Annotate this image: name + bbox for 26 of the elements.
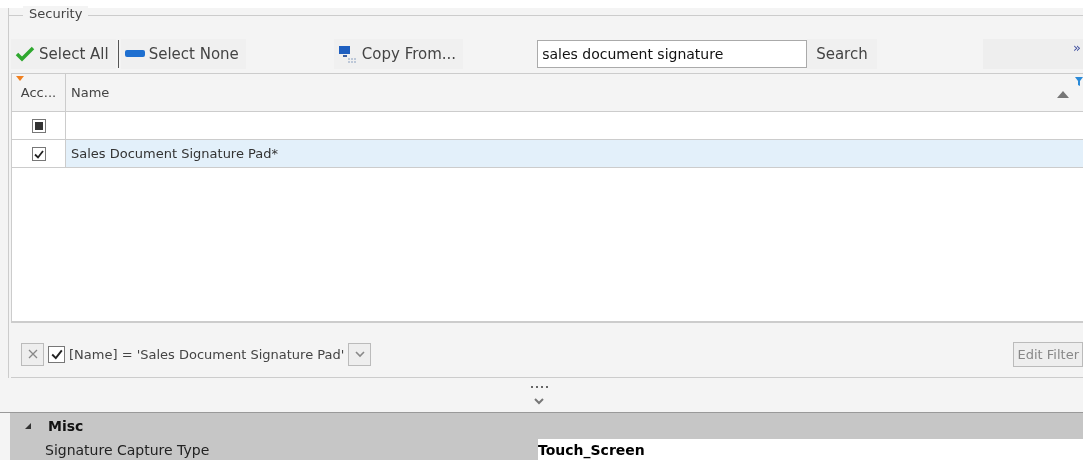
search-field[interactable]: sales document signature [537, 40, 808, 68]
bar-icon [124, 49, 145, 59]
close-icon [27, 349, 38, 359]
copy-from-button[interactable]: Copy From... [333, 39, 464, 69]
column-header[interactable]: Name [66, 74, 1083, 111]
search-button[interactable]: Search [807, 39, 877, 69]
select-none-button[interactable]: Select None [120, 39, 246, 69]
checkbox[interactable] [48, 345, 65, 363]
property-name: Signature Capture Type [44, 442, 211, 458]
property-value[interactable]: Touch_Screen [538, 439, 1083, 460]
sort-indicator-icon [15, 76, 25, 82]
checkbox[interactable] [31, 146, 46, 161]
filter-expression[interactable]: [Name] = 'Sales Document Signature Pad' [69, 346, 345, 362]
category-label: Misc [48, 418, 84, 434]
select-all-button[interactable]: Select All [11, 39, 116, 69]
expand-icon[interactable] [24, 422, 32, 430]
table-cell: Sales Document Signature Pad* [71, 146, 279, 161]
sort-ascending-icon [1057, 91, 1069, 98]
column-header[interactable]: Acc... [12, 74, 66, 111]
indeterminate-checkbox[interactable] [31, 118, 46, 133]
checkmark-icon [15, 46, 35, 62]
overflow-button[interactable]: » [983, 39, 1083, 69]
computers-icon [337, 45, 358, 63]
chevron-down-icon [354, 350, 365, 358]
filter-icon [1075, 77, 1083, 86]
group-title: Security [23, 6, 89, 21]
